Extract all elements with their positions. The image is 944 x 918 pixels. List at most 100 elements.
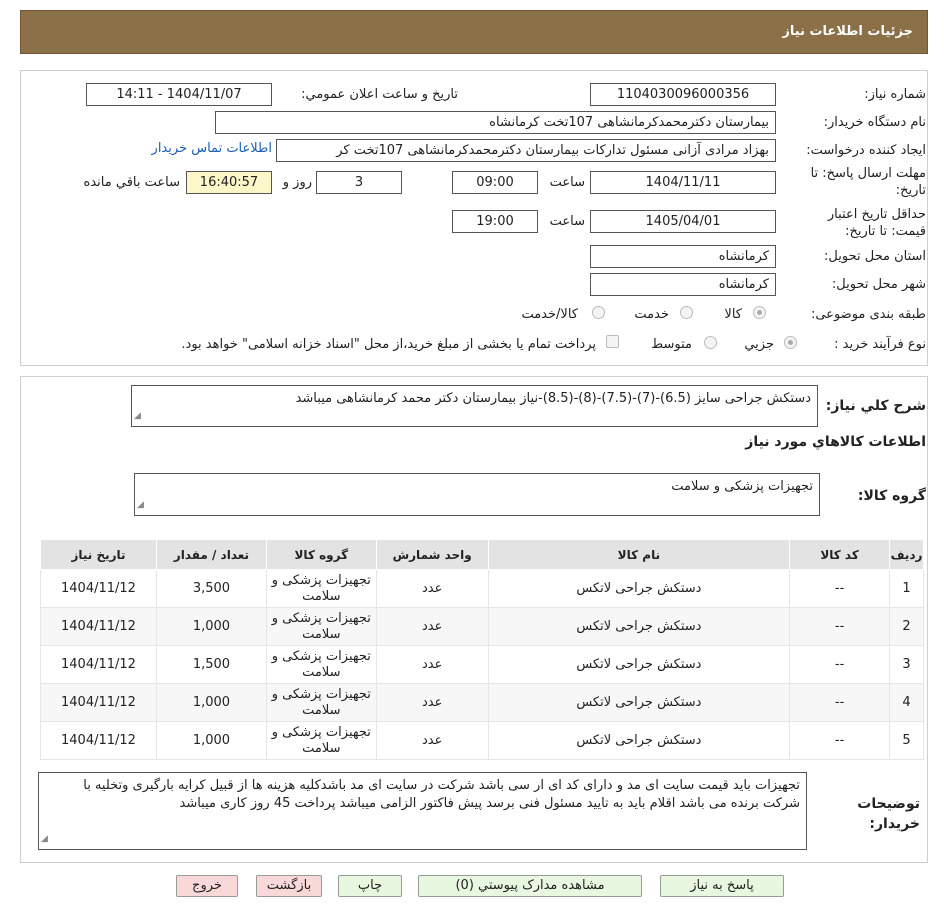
- process-minor-radio[interactable]: [784, 336, 797, 349]
- process-label: نوع فرآیند خرید :: [834, 337, 926, 352]
- goods-unit: عدد: [375, 683, 489, 722]
- buyer-notes-field: تجهیزات باید قیمت سایت ای مد و دارای کد …: [38, 772, 807, 850]
- goods-qty: 3,500: [155, 569, 267, 608]
- province-label: استان محل تحويل:: [824, 249, 926, 264]
- validity-label: حداقل تاریخ اعتبار قیمت: تا تاریخ:: [827, 207, 926, 239]
- row-index: 1: [889, 569, 924, 608]
- deadline-label: مهلت ارسال پاسخ: تا تاریخ:: [810, 166, 926, 198]
- goods-table: رديف کد کالا نام کالا واحد شمارش گروه کا…: [40, 539, 924, 760]
- goods-group-text: تجهیزات پزشکی و سلامت: [671, 479, 813, 494]
- goods-unit: عدد: [375, 607, 489, 646]
- goods-group-label: گروه کالا:: [857, 488, 926, 504]
- goods-name: دستکش جراحی لاتکس: [487, 721, 791, 760]
- page-header: جزئیات اطلاعات نیاز: [20, 10, 928, 54]
- goods-code: --: [789, 683, 891, 722]
- reply-button[interactable]: پاسخ به نياز: [660, 875, 784, 897]
- announce-label: تاریخ و ساعت اعلان عمومي:: [301, 87, 458, 102]
- col-header: گروه کالا: [265, 539, 377, 570]
- summary-text: دستکش جراحی سایز (6.5)-(7)-(7.5)-(8)-(8.…: [295, 391, 811, 406]
- back-button[interactable]: بازگشت: [256, 875, 322, 897]
- goods-group-field: تجهیزات پزشکی و سلامت ◢: [134, 473, 820, 516]
- goods-unit: عدد: [375, 721, 489, 760]
- resize-grip-icon: ◢: [137, 500, 144, 510]
- goods-date: 1404/11/12: [40, 721, 157, 760]
- category-service-label: خدمت: [634, 307, 669, 322]
- need-number-label: شماره نیاز:: [864, 87, 926, 102]
- category-goods-label: کالا: [724, 307, 742, 322]
- goods-qty: 1,500: [155, 645, 267, 684]
- goods-code: --: [789, 645, 891, 684]
- buyer-field: بیمارستان دکترمحمدکرمانشاهی 107تخت کرمان…: [215, 111, 776, 134]
- summary-field: دستکش جراحی سایز (6.5)-(7)-(7.5)-(8)-(8.…: [131, 385, 818, 427]
- table-row: 4 -- دستکش جراحی لاتکس عدد تجهیزات پزشکی…: [40, 683, 924, 722]
- goods-date: 1404/11/12: [40, 645, 157, 684]
- process-minor-label: جزیي: [744, 337, 774, 352]
- col-header: کد کالا: [789, 539, 891, 570]
- goods-group: تجهیزات پزشکی و سلامت: [265, 607, 377, 646]
- validity-date-field: 1405/04/01: [590, 210, 776, 233]
- resize-grip-icon: ◢: [41, 834, 48, 844]
- goods-qty: 1,000: [155, 721, 267, 760]
- row-index: 2: [889, 607, 924, 646]
- treasury-payment-checkbox[interactable]: [606, 335, 619, 348]
- category-service-radio[interactable]: [680, 306, 693, 319]
- validity-time-field: 19:00: [452, 210, 538, 233]
- page-title: جزئیات اطلاعات نیاز: [782, 24, 913, 39]
- announce-field: 1404/11/07 - 14:11: [86, 83, 272, 106]
- city-field: کرمانشاه: [590, 273, 776, 296]
- goods-qty: 1,000: [155, 607, 267, 646]
- buyer-label: نام دستگاه خريدار:: [823, 115, 926, 130]
- deadline-time-field: 09:00: [452, 171, 538, 194]
- goods-group: تجهیزات پزشکی و سلامت: [265, 683, 377, 722]
- contact-buyer-link[interactable]: اطلاعات تماس خريدار: [152, 141, 272, 156]
- category-both-radio[interactable]: [592, 306, 605, 319]
- validity-time-label: ساعت: [549, 214, 585, 229]
- goods-code: --: [789, 607, 891, 646]
- row-index: 5: [889, 721, 924, 760]
- category-goods-radio[interactable]: [753, 306, 766, 319]
- treasury-payment-note: پرداخت تمام یا بخشی از مبلغ خرید،از محل …: [181, 337, 596, 352]
- row-index: 4: [889, 683, 924, 722]
- goods-name: دستکش جراحی لاتکس: [487, 683, 791, 722]
- goods-date: 1404/11/12: [40, 607, 157, 646]
- goods-name: دستکش جراحی لاتکس: [487, 607, 791, 646]
- process-medium-label: متوسط: [651, 337, 692, 352]
- col-header: تاريخ نياز: [40, 539, 157, 570]
- row-index: 3: [889, 645, 924, 684]
- goods-unit: عدد: [375, 645, 489, 684]
- remaining-label: ساعت باقي مانده: [83, 175, 180, 190]
- goods-date: 1404/11/12: [40, 569, 157, 608]
- goods-name: دستکش جراحی لاتکس: [487, 569, 791, 608]
- goods-group: تجهیزات پزشکی و سلامت: [265, 721, 377, 760]
- exit-button[interactable]: خروج: [176, 875, 238, 897]
- category-both-label: کالا/خدمت: [521, 307, 578, 322]
- col-header: نام کالا: [487, 539, 791, 570]
- process-medium-radio[interactable]: [704, 336, 717, 349]
- table-header-row: رديف کد کالا نام کالا واحد شمارش گروه کا…: [40, 539, 924, 570]
- deadline-time-label: ساعت: [549, 175, 585, 190]
- goods-qty: 1,000: [155, 683, 267, 722]
- goods-group: تجهیزات پزشکی و سلامت: [265, 645, 377, 684]
- need-number-field: 1104030096000356: [590, 83, 776, 106]
- deadline-date-field: 1404/11/11: [590, 171, 776, 194]
- attachments-button[interactable]: مشاهده مدارک پيوستي (0): [418, 875, 642, 897]
- table-row: 2 -- دستکش جراحی لاتکس عدد تجهیزات پزشکی…: [40, 607, 924, 646]
- goods-name: دستکش جراحی لاتکس: [487, 645, 791, 684]
- table-row: 3 -- دستکش جراحی لاتکس عدد تجهیزات پزشکی…: [40, 645, 924, 684]
- province-field: کرمانشاه: [590, 245, 776, 268]
- goods-date: 1404/11/12: [40, 683, 157, 722]
- requester-label: ايجاد كننده درخواست:: [806, 143, 926, 158]
- days-label: روز و: [282, 175, 312, 190]
- summary-label: شرح کلي نياز:: [825, 398, 926, 414]
- buyer-notes-label: توضيحات خريدار:: [857, 796, 920, 832]
- goods-section-title: اطلاعات کالاهاي مورد نياز: [745, 434, 926, 450]
- category-label: طبقه بندی موضوعی:: [810, 307, 926, 322]
- days-field: 3: [316, 171, 402, 194]
- goods-code: --: [789, 721, 891, 760]
- goods-group: تجهیزات پزشکی و سلامت: [265, 569, 377, 608]
- resize-grip-icon: ◢: [134, 411, 141, 421]
- buyer-notes-text: تجهیزات باید قیمت سایت ای مد و دارای کد …: [83, 778, 800, 811]
- print-button[interactable]: چاپ: [338, 875, 402, 897]
- col-header: واحد شمارش: [375, 539, 489, 570]
- goods-unit: عدد: [375, 569, 489, 608]
